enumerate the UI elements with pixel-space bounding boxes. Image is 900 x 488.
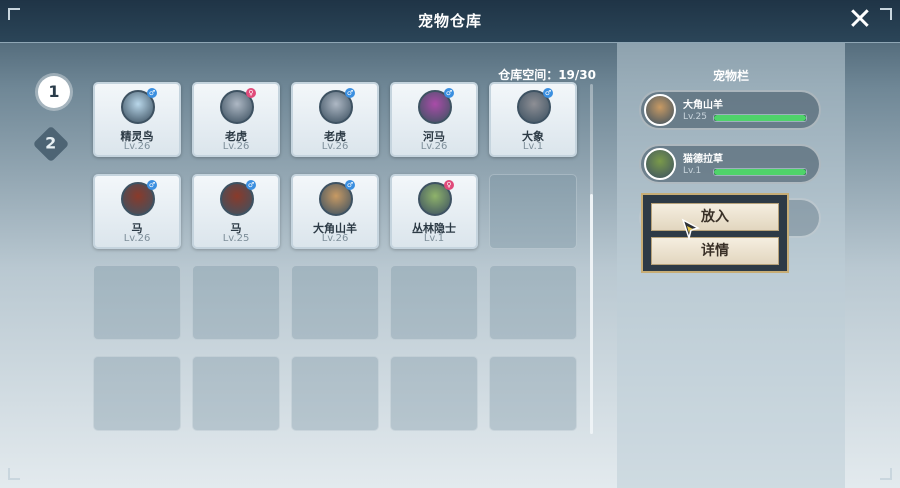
context-menu: 放入 详情 bbox=[641, 193, 789, 273]
team-member-name: 猫德拉草 bbox=[683, 154, 723, 165]
storage-scrollbar[interactable] bbox=[590, 84, 593, 434]
pet-slot[interactable]: ♂ 老虎 Lv.26 bbox=[291, 82, 379, 157]
female-icon: ♀ bbox=[444, 180, 454, 190]
frame-corner bbox=[880, 8, 892, 20]
male-icon: ♂ bbox=[345, 88, 355, 98]
hp-fill bbox=[714, 169, 806, 175]
empty-slot[interactable] bbox=[192, 265, 280, 340]
pet-level: Lv.26 bbox=[123, 141, 151, 152]
pet-slot[interactable]: ♂ 马 Lv.25 bbox=[192, 174, 280, 249]
team-member-name: 大角山羊 bbox=[683, 100, 723, 111]
page-tab-2[interactable]: 2 bbox=[32, 125, 70, 163]
empty-slot[interactable] bbox=[192, 356, 280, 431]
empty-slot[interactable] bbox=[390, 356, 478, 431]
storage-capacity: 仓库空间：19/30 bbox=[498, 68, 596, 82]
male-icon: ♂ bbox=[147, 180, 157, 190]
mandrake-cat-icon bbox=[644, 148, 676, 180]
pet-slot[interactable]: ♂ 河马 Lv.26 bbox=[390, 82, 478, 157]
frame-corner bbox=[8, 8, 20, 20]
pet-level: Lv.26 bbox=[321, 233, 349, 244]
male-icon: ♂ bbox=[246, 180, 256, 190]
male-icon: ♂ bbox=[345, 180, 355, 190]
pet-slot[interactable]: ♂ 马 Lv.26 bbox=[93, 174, 181, 249]
page-tab-1[interactable]: 1 bbox=[38, 76, 70, 108]
hp-fill bbox=[714, 115, 806, 121]
pet-level: Lv.25 bbox=[222, 233, 250, 244]
team-member[interactable]: 大角山羊 Lv.25 bbox=[639, 90, 821, 130]
put-in-button[interactable]: 放入 bbox=[651, 203, 779, 231]
page-tab-2-label: 2 bbox=[45, 133, 57, 153]
team-member-level: Lv.1 bbox=[683, 166, 702, 176]
scroll-thumb[interactable] bbox=[590, 194, 593, 434]
frame-corner bbox=[880, 468, 892, 480]
close-button[interactable]: ✕ bbox=[846, 5, 874, 35]
pet-slot[interactable]: ♀ 丛林隐士 Lv.1 bbox=[390, 174, 478, 249]
pet-slot[interactable]: ♀ 老虎 Lv.26 bbox=[192, 82, 280, 157]
male-icon: ♂ bbox=[444, 88, 454, 98]
pet-level: Lv.1 bbox=[423, 233, 445, 244]
empty-slot[interactable] bbox=[93, 265, 181, 340]
pet-level: Lv.26 bbox=[123, 233, 151, 244]
pet-level: Lv.1 bbox=[522, 141, 544, 152]
pet-slot[interactable]: ♂ 大角山羊 Lv.26 bbox=[291, 174, 379, 249]
hp-bar bbox=[713, 114, 807, 122]
empty-slot[interactable] bbox=[489, 174, 577, 249]
team-member-level: Lv.25 bbox=[683, 112, 707, 122]
male-icon: ♂ bbox=[147, 88, 157, 98]
female-icon: ♀ bbox=[246, 88, 256, 98]
empty-slot[interactable] bbox=[93, 356, 181, 431]
window-title: 宠物仓库 bbox=[417, 12, 482, 30]
empty-slot[interactable] bbox=[489, 265, 577, 340]
team-panel-title: 宠物栏 bbox=[712, 69, 749, 83]
empty-slot[interactable] bbox=[291, 265, 379, 340]
pet-level: Lv.26 bbox=[420, 141, 448, 152]
empty-slot[interactable] bbox=[291, 356, 379, 431]
team-member[interactable]: 猫德拉草 Lv.1 bbox=[639, 144, 821, 184]
details-button[interactable]: 详情 bbox=[651, 237, 779, 265]
pet-slot[interactable]: ♂ 精灵鸟 Lv.26 bbox=[93, 82, 181, 157]
goat-icon bbox=[644, 94, 676, 126]
pet-slot[interactable]: ♂ 大象 Lv.1 bbox=[489, 82, 577, 157]
hp-bar bbox=[713, 168, 807, 176]
title-bar: 宠物仓库 ✕ bbox=[0, 0, 900, 43]
pet-level: Lv.26 bbox=[321, 141, 349, 152]
pet-level: Lv.26 bbox=[222, 141, 250, 152]
cursor-icon bbox=[681, 218, 700, 240]
empty-slot[interactable] bbox=[390, 265, 478, 340]
empty-slot[interactable] bbox=[489, 356, 577, 431]
frame-corner bbox=[8, 468, 20, 480]
male-icon: ♂ bbox=[543, 88, 553, 98]
